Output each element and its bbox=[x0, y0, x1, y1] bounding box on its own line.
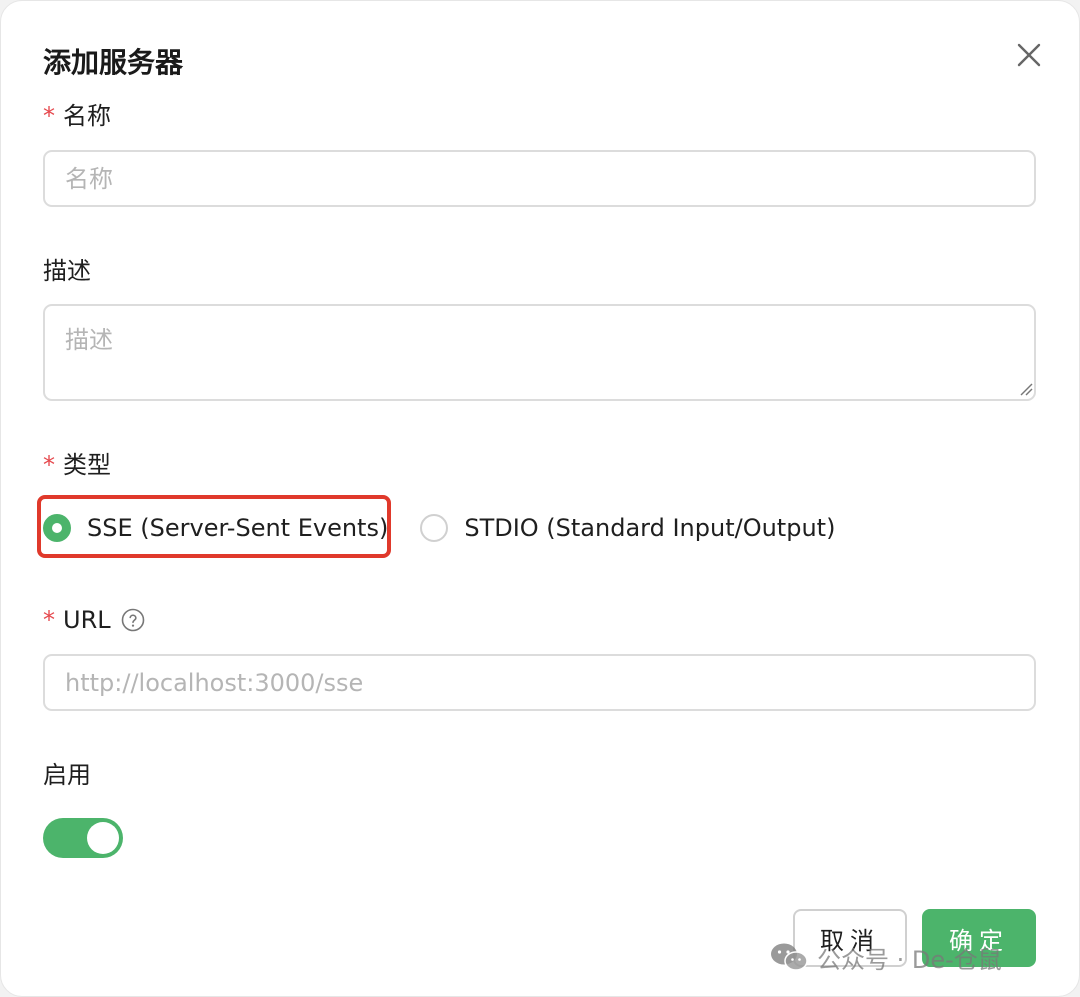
url-input[interactable] bbox=[43, 654, 1036, 711]
enabled-label-row: 启用 bbox=[43, 760, 91, 790]
cancel-button[interactable]: 取消 bbox=[793, 909, 907, 967]
radio-checked-icon[interactable] bbox=[43, 514, 71, 542]
question-circle-icon[interactable] bbox=[121, 608, 145, 632]
url-label-row: * URL bbox=[43, 605, 145, 635]
confirm-button[interactable]: 确定 bbox=[922, 909, 1036, 967]
name-label: 名称 bbox=[63, 102, 111, 130]
description-textarea[interactable] bbox=[43, 304, 1036, 401]
enabled-label: 启用 bbox=[43, 761, 91, 789]
resize-handle-icon[interactable] bbox=[1019, 382, 1033, 396]
description-label-row: 描述 bbox=[43, 256, 91, 286]
type-radio-group: SSE (Server-Sent Events) STDIO (Standard… bbox=[43, 501, 835, 555]
enabled-toggle[interactable] bbox=[43, 818, 123, 858]
required-mark: * bbox=[43, 102, 55, 130]
close-icon[interactable] bbox=[1011, 37, 1047, 73]
radio-option-stdio[interactable]: STDIO (Standard Input/Output) bbox=[420, 514, 835, 542]
radio-option-sse[interactable]: SSE (Server-Sent Events) bbox=[43, 514, 388, 542]
url-label: URL bbox=[63, 606, 111, 634]
radio-unchecked-icon[interactable] bbox=[420, 514, 449, 542]
description-label: 描述 bbox=[43, 257, 91, 285]
required-mark: * bbox=[43, 606, 55, 634]
radio-label-sse: SSE (Server-Sent Events) bbox=[87, 514, 389, 542]
name-input[interactable] bbox=[43, 150, 1036, 207]
type-label-row: * 类型 bbox=[43, 450, 111, 480]
toggle-knob bbox=[87, 822, 119, 854]
type-label: 类型 bbox=[63, 451, 111, 479]
dialog-title: 添加服务器 bbox=[43, 46, 184, 79]
add-server-dialog: 添加服务器 * 名称 描述 * 类型 SSE (Server-Sent Even… bbox=[0, 0, 1080, 997]
name-label-row: * 名称 bbox=[43, 101, 111, 131]
radio-label-stdio: STDIO (Standard Input/Output) bbox=[464, 514, 836, 542]
required-mark: * bbox=[43, 451, 55, 479]
